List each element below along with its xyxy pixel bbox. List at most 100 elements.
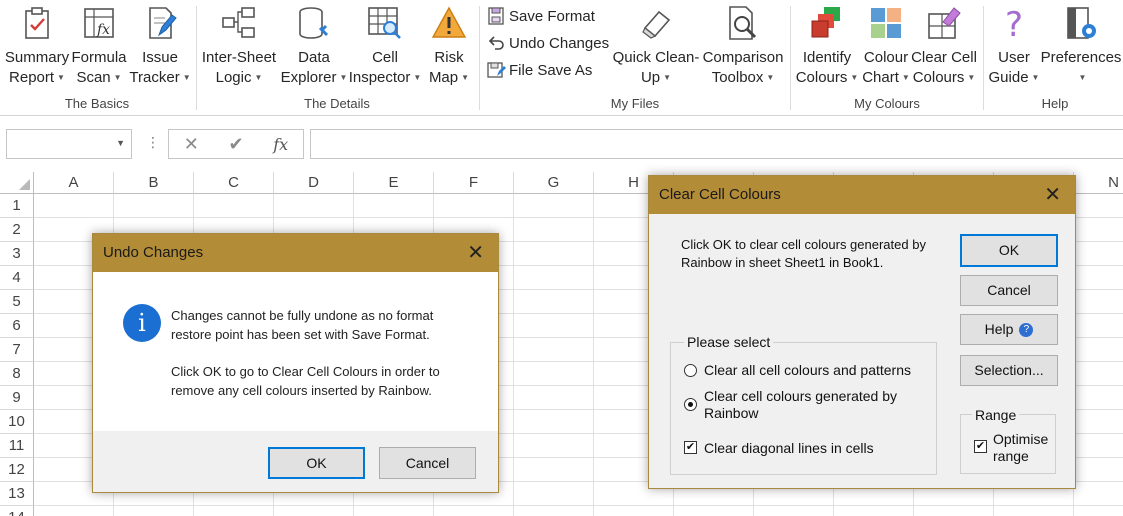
name-box[interactable]: ▼ [6,129,132,159]
cell-inspector-label: Cell [372,49,398,66]
colour-chart-label-2: Chart [862,69,899,86]
help-button[interactable]: Help? [960,314,1058,345]
risk-map-button[interactable]: Risk Map ▼ [426,4,472,88]
column-header[interactable]: E [354,172,434,194]
insert-function-icon[interactable]: fx [273,135,288,154]
issue-tracker-label-2: Tracker [129,69,180,86]
column-header[interactable]: C [194,172,274,194]
radio-clear-rainbow[interactable] [684,398,697,411]
file-save-as-button[interactable]: File Save As [486,58,592,82]
select-all-corner[interactable] [0,172,34,194]
range-label: Range [972,407,1020,423]
clear-cell-colours-button[interactable]: Clear Cell Colours ▼ [910,4,978,88]
checkbox-optimise-range[interactable]: ✔ [974,440,987,453]
formula-scan-button[interactable]: fx Formula Scan ▼ [70,4,128,88]
data-explorer-button[interactable]: Data Explorer ▼ [280,4,348,88]
column-header[interactable]: D [274,172,354,194]
formula-fx-icon: fx [84,8,114,38]
option-rainbow-label[interactable]: Clear cell colours generated by [704,388,897,405]
formula-input[interactable] [310,129,1123,159]
dropdown-caret-icon: ▼ [766,73,775,83]
save-as-icon [487,62,506,78]
group-separator [790,6,791,110]
option-rainbow-label-2[interactable]: Rainbow [704,405,758,422]
option-clear-all-label[interactable]: Clear all cell colours and patterns [704,362,911,379]
quick-cleanup-button[interactable]: Quick Clean- Up ▼ [612,4,700,88]
group-label-the-basics: The Basics [64,96,130,111]
identify-colours-button[interactable]: Identify Colours ▼ [796,4,858,88]
row-header[interactable]: 5 [0,290,34,314]
save-format-label: Save Format [509,7,595,25]
column-header[interactable]: A [34,172,114,194]
group-separator [479,6,480,110]
undo-dialog-body [93,272,498,431]
quick-cleanup-label-2: Up [640,69,661,86]
hierarchy-icon [222,7,255,38]
dropdown-caret-icon: ▼ [663,73,672,83]
undo-dialog-title: Undo Changes [103,244,204,261]
issue-tracker-label: Issue [142,49,178,66]
chevron-down-icon[interactable]: ▼ [116,138,125,148]
cancel-button[interactable]: Cancel [960,275,1058,306]
dropdown-caret-icon: ▼ [254,73,263,83]
optimise-range-label[interactable]: Optimise [993,431,1048,448]
cancel-button[interactable]: Cancel [379,447,476,479]
save-format-icon [488,7,504,25]
user-guide-button[interactable]: ? User Guide ▼ [986,4,1042,88]
summary-report-button[interactable]: Summary Report ▼ [4,4,70,88]
row-header[interactable]: 2 [0,218,34,242]
close-icon[interactable]: ✕ [1044,176,1061,214]
colour-chart-label: Colour [863,49,909,66]
option-diagonal-label[interactable]: Clear diagonal lines in cells [704,440,874,457]
row-header[interactable]: 6 [0,314,34,338]
group-separator [983,6,984,110]
row-header[interactable]: 9 [0,386,34,410]
clear-description-line: Click OK to clear cell colours generated… [681,237,926,252]
inter-sheet-logic-button[interactable]: Inter-Sheet Logic ▼ [200,4,278,88]
group-label-the-details: The Details [304,96,370,111]
row-header[interactable]: 4 [0,266,34,290]
ok-button[interactable]: OK [268,447,365,479]
dropdown-caret-icon: ▼ [461,73,470,83]
row-header[interactable]: 7 [0,338,34,362]
column-header[interactable]: N [1074,172,1123,194]
svg-text:fx: fx [96,22,110,38]
column-header[interactable]: F [434,172,514,194]
more-options-icon[interactable]: ⋮ [146,134,160,151]
comparison-toolbox-button[interactable]: Comparison Toolbox ▼ [702,4,784,88]
row-header[interactable]: 12 [0,458,34,482]
cell-inspector-label-2: Inspector [348,69,411,86]
undo-message-line: Click OK to go to Clear Cell Colours in … [171,364,440,379]
dropdown-caret-icon: ▼ [1078,73,1087,82]
confirm-entry-icon[interactable]: ✔ [229,134,244,155]
row-header[interactable]: 3 [0,242,34,266]
row-header[interactable]: 1 [0,194,34,218]
formula-scan-label-2: Scan [76,69,111,86]
selection-button[interactable]: Selection... [960,355,1058,386]
dropdown-caret-icon: ▼ [1031,73,1040,83]
cancel-entry-icon[interactable]: ✕ [184,134,199,155]
issue-tracker-button[interactable]: Issue Tracker ▼ [129,4,191,88]
save-format-button[interactable]: Save Format [486,4,595,28]
close-icon[interactable]: ✕ [467,234,484,272]
optimise-range-label-2[interactable]: range [993,448,1029,465]
column-header[interactable]: B [114,172,194,194]
colour-grid-icon [871,8,901,38]
ok-button[interactable]: OK [960,234,1058,267]
clear-cell-colours-label-2: Colours [912,69,965,86]
row-header[interactable]: 8 [0,362,34,386]
radio-clear-all[interactable] [684,364,697,377]
group-label-my-files: My Files [610,96,660,111]
row-header[interactable]: 13 [0,482,34,506]
dropdown-caret-icon: ▼ [113,73,122,83]
row-header[interactable]: 10 [0,410,34,434]
identify-colours-label: Identify [802,49,852,66]
colour-chart-button[interactable]: Colour Chart ▼ [860,4,912,88]
checkbox-diagonal-lines[interactable]: ✔ [684,441,697,454]
column-header[interactable]: G [514,172,594,194]
row-header[interactable]: 11 [0,434,34,458]
cell-inspector-button[interactable]: Cell Inspector ▼ [348,4,421,88]
preferences-button[interactable]: Preferences ▼ [1041,4,1121,88]
undo-changes-button[interactable]: Undo Changes [486,31,609,55]
row-header[interactable]: 14 [0,506,34,516]
